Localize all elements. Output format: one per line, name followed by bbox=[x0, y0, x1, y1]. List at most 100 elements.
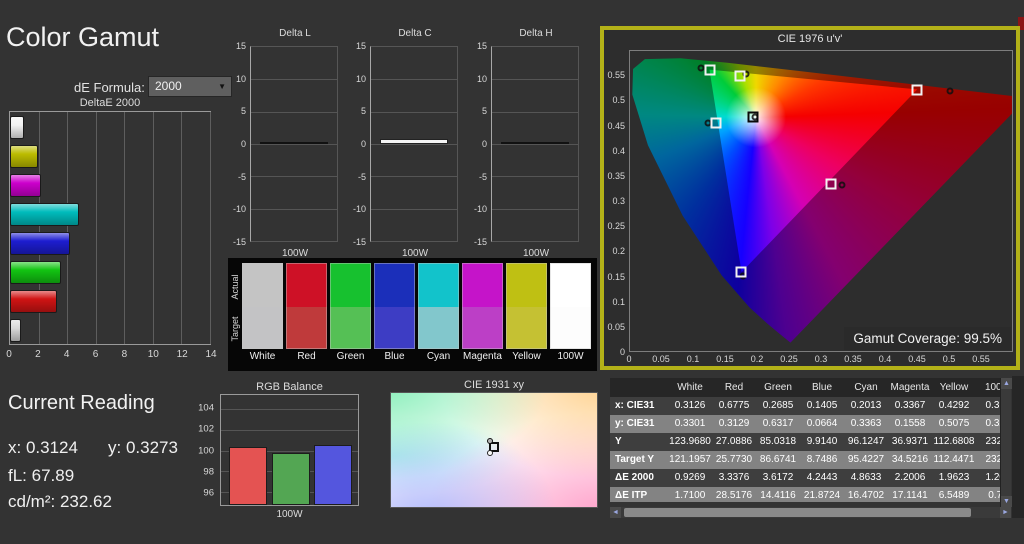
swatch-100w: 100W bbox=[550, 263, 591, 367]
cie1976-panel[interactable]: CIE 1976 u'v' 00.050.10.150.20.250.30.35… bbox=[600, 26, 1020, 370]
table-header-cell: Cyan bbox=[844, 378, 888, 397]
table-cell: 3.6172 bbox=[756, 469, 800, 487]
y-label: y: bbox=[108, 438, 121, 457]
swatch-target bbox=[462, 307, 503, 349]
scrollbar-thumb[interactable] bbox=[624, 508, 971, 517]
table-cell: 0.1558 bbox=[888, 415, 932, 433]
table-row: y: CIE310.33010.31290.63170.06640.33630.… bbox=[610, 415, 1000, 433]
current-reading-y: y: 0.3273 bbox=[108, 438, 178, 458]
cie1976-ytick-label: 0.5 bbox=[612, 95, 625, 105]
delta-gridline bbox=[371, 176, 457, 177]
table-cell: 96.1247 bbox=[844, 433, 888, 451]
table-cell: 0.70 bbox=[976, 487, 1000, 502]
delta-ytick-label: 15 bbox=[236, 41, 246, 51]
delta-gridline bbox=[492, 79, 578, 80]
table-cell: 1.209 bbox=[976, 469, 1000, 487]
table-header-cell: White bbox=[668, 378, 712, 397]
swatch-label: White bbox=[239, 351, 286, 362]
deltae-gridline bbox=[67, 112, 68, 344]
swatch-label: Green bbox=[327, 351, 374, 362]
delta-gridline bbox=[251, 79, 337, 80]
swatch-label: Red bbox=[283, 351, 330, 362]
deltae-xtick-label: 2 bbox=[35, 349, 41, 360]
table-row-label: ΔE ITP bbox=[610, 487, 668, 502]
cie1976-yticks: 00.050.10.150.20.250.30.350.40.450.50.55 bbox=[604, 50, 627, 352]
table-vertical-scrollbar[interactable]: ▲ ▼ bbox=[1000, 378, 1011, 507]
delta-ytick-label: -5 bbox=[238, 172, 246, 182]
rgb-xlabel: 100W bbox=[220, 509, 359, 520]
table-cell: 232.6 bbox=[976, 433, 1000, 451]
cie1976-title: CIE 1976 u'v' bbox=[604, 33, 1016, 45]
rgb-ytick-label: 104 bbox=[198, 402, 214, 413]
table-header-cell: Blue bbox=[800, 378, 844, 397]
delta-c-plot bbox=[370, 46, 458, 242]
swatch-target bbox=[506, 307, 547, 349]
cie1976-ytick-label: 0.05 bbox=[607, 322, 625, 332]
scroll-down-icon[interactable]: ▼ bbox=[1001, 496, 1012, 507]
delta-ytick-label: 10 bbox=[236, 74, 246, 84]
table-cell: 0.3129 bbox=[712, 415, 756, 433]
y-value: 0.3273 bbox=[126, 438, 178, 457]
table-cell: 85.0318 bbox=[756, 433, 800, 451]
table-cell: 95.4227 bbox=[844, 451, 888, 469]
de-formula-dropdown[interactable]: 2000 ▼ bbox=[148, 76, 232, 97]
delta-ytick-label: -10 bbox=[233, 204, 246, 214]
table-cell: 0.3301 bbox=[668, 415, 712, 433]
delta-h-title: Delta H bbox=[491, 28, 581, 39]
cie1976-xtick-label: 0.55 bbox=[972, 354, 990, 364]
delta-c-ylabels: 151050-5-10-15 bbox=[344, 46, 368, 242]
deltae-bar-blue bbox=[10, 232, 70, 255]
table-cell: 0.312 bbox=[976, 397, 1000, 415]
cdm2-label: cd/m²: bbox=[8, 492, 55, 511]
scroll-left-icon[interactable]: ◄ bbox=[610, 507, 621, 518]
delta-ytick-label: -10 bbox=[474, 204, 487, 214]
delta-gridline bbox=[492, 176, 578, 177]
table-horizontal-scrollbar[interactable]: ◄ ► bbox=[610, 507, 1011, 518]
cie1976-ytick-label: 0.55 bbox=[607, 70, 625, 80]
table-header-cell: Red bbox=[712, 378, 756, 397]
cie1976-measured-red bbox=[946, 87, 953, 94]
scroll-up-icon[interactable]: ▲ bbox=[1001, 378, 1012, 389]
table-cell: 2.2006 bbox=[888, 469, 932, 487]
gamut-coverage-value: 99.5% bbox=[964, 331, 1002, 346]
delta-ytick-label: 15 bbox=[477, 41, 487, 51]
rgb-bar-blue bbox=[314, 445, 352, 505]
cdm2-value: 232.62 bbox=[60, 492, 112, 511]
deltae-bar-yellow bbox=[10, 145, 38, 168]
current-reading-cdm2: cd/m²: 232.62 bbox=[8, 492, 112, 512]
de-formula-value: 2000 bbox=[155, 79, 182, 93]
delta-ytick-label: -5 bbox=[479, 172, 487, 182]
rgb-ytick-label: 96 bbox=[203, 488, 214, 499]
deltae-xtick-label: 8 bbox=[122, 349, 128, 360]
table-cell: 112.4471 bbox=[932, 451, 976, 469]
delta-gridline bbox=[492, 112, 578, 113]
cie1976-xtick-label: 0.2 bbox=[751, 354, 764, 364]
cie1976-measured-magenta bbox=[839, 181, 846, 188]
delta-l-ylabels: 151050-5-10-15 bbox=[224, 46, 248, 242]
scroll-right-icon[interactable]: ► bbox=[1000, 507, 1011, 518]
rgb-bar-green bbox=[272, 453, 310, 505]
delta-gridline bbox=[371, 209, 457, 210]
deltae-gridline bbox=[124, 112, 125, 344]
table-row-label: Target Y bbox=[610, 451, 668, 469]
cie1976-ytick-label: 0.25 bbox=[607, 221, 625, 231]
cie1976-xtick-label: 0.15 bbox=[716, 354, 734, 364]
deltae-xtick-label: 4 bbox=[64, 349, 70, 360]
delta-ytick-label: -15 bbox=[353, 237, 366, 247]
table-cell: 28.5176 bbox=[712, 487, 756, 502]
swatch-panel: Actual Target WhiteRedGreenBlueCyanMagen… bbox=[228, 258, 597, 371]
swatch-target bbox=[374, 307, 415, 349]
swatch-label: Cyan bbox=[415, 351, 462, 362]
table-row: Y123.968027.088685.03189.914096.124736.9… bbox=[610, 433, 1000, 451]
delta-h: Delta H 151050-5-10-15 100W bbox=[465, 28, 581, 268]
swatch-target-label: Target bbox=[230, 308, 240, 350]
swatch-actual bbox=[462, 263, 503, 307]
table-right-gap bbox=[1012, 376, 1024, 518]
cie1976-plot: Gamut Coverage: 99.5% bbox=[629, 50, 1013, 352]
delta-l-plot bbox=[250, 46, 338, 242]
rgb-ylabels: 1041021009896 bbox=[192, 394, 216, 506]
table-cell: 36.9371 bbox=[888, 433, 932, 451]
delta-gridline bbox=[251, 144, 337, 145]
table-cell: 123.9680 bbox=[668, 433, 712, 451]
cie1976-target-yellow bbox=[735, 70, 746, 81]
